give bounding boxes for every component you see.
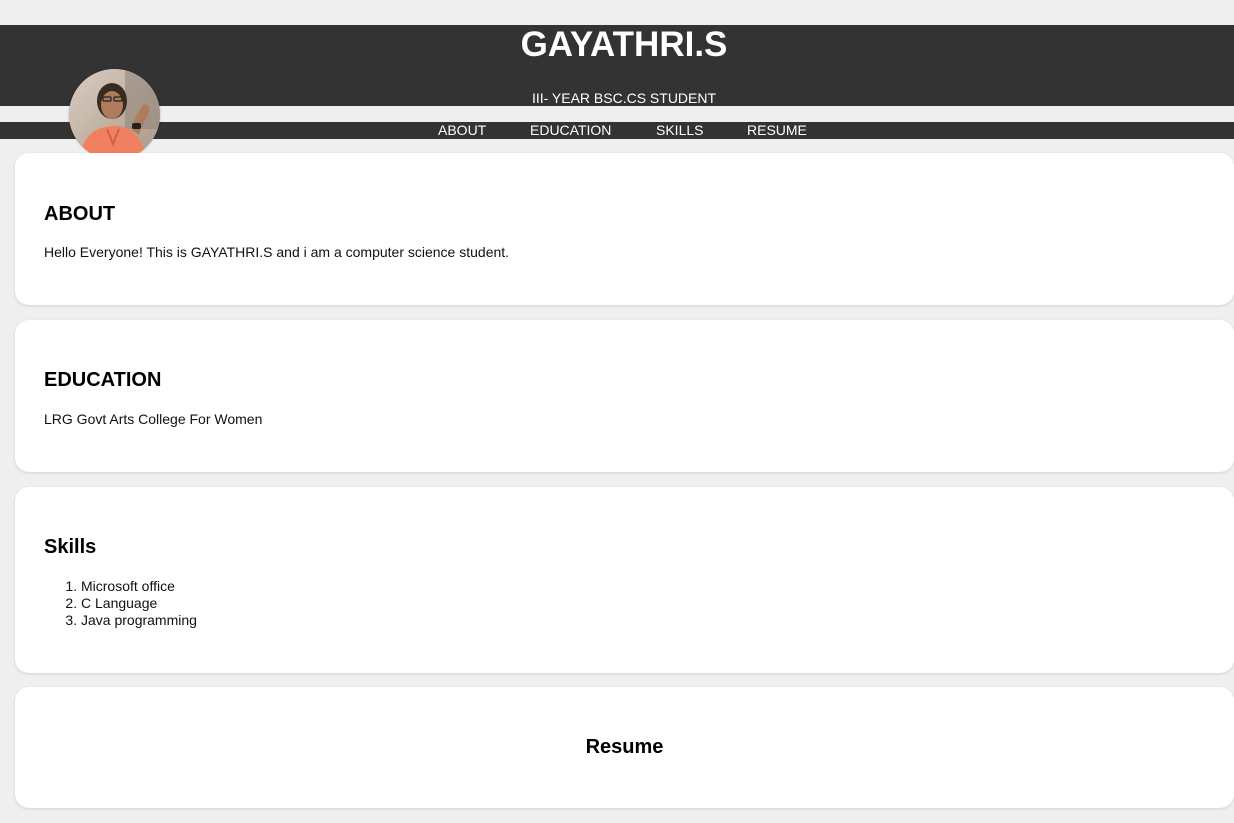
nav-link-resume[interactable]: RESUME bbox=[747, 122, 807, 139]
resume-heading: Resume bbox=[585, 736, 664, 758]
nav-link-education[interactable]: EDUCATION bbox=[530, 122, 611, 139]
skill-item: Microsoft office bbox=[81, 578, 197, 595]
nav-link-skills[interactable]: SKILLS bbox=[656, 122, 703, 139]
education-heading: EDUCATION bbox=[44, 369, 162, 391]
site-title: GAYATHRI.S bbox=[520, 25, 728, 64]
about-heading: ABOUT bbox=[44, 203, 116, 225]
site-header: GAYATHRI.S III- YEAR BSC.CS STUDENT bbox=[0, 25, 1234, 106]
about-text: Hello Everyone! This is GAYATHRI.S and i… bbox=[44, 244, 510, 260]
about-section: ABOUT Hello Everyone! This is GAYATHRI.S… bbox=[15, 153, 1234, 305]
education-section: EDUCATION LRG Govt Arts College For Wome… bbox=[15, 320, 1234, 472]
skills-heading: Skills bbox=[44, 536, 97, 558]
profile-avatar bbox=[69, 69, 160, 160]
nav-bar: ABOUT EDUCATION SKILLS RESUME bbox=[0, 122, 1234, 139]
profile-photo bbox=[69, 69, 160, 160]
site-subtitle: III- YEAR BSC.CS STUDENT bbox=[531, 90, 717, 106]
nav-link-about[interactable]: ABOUT bbox=[438, 122, 486, 139]
skills-list: Microsoft office C Language Java program… bbox=[44, 578, 197, 629]
resume-section: Resume bbox=[15, 687, 1234, 808]
education-text: LRG Govt Arts College For Women bbox=[44, 411, 263, 427]
skill-item: Java programming bbox=[81, 612, 197, 629]
skills-section: Skills Microsoft office C Language Java … bbox=[15, 487, 1234, 673]
skill-item: C Language bbox=[81, 595, 197, 612]
